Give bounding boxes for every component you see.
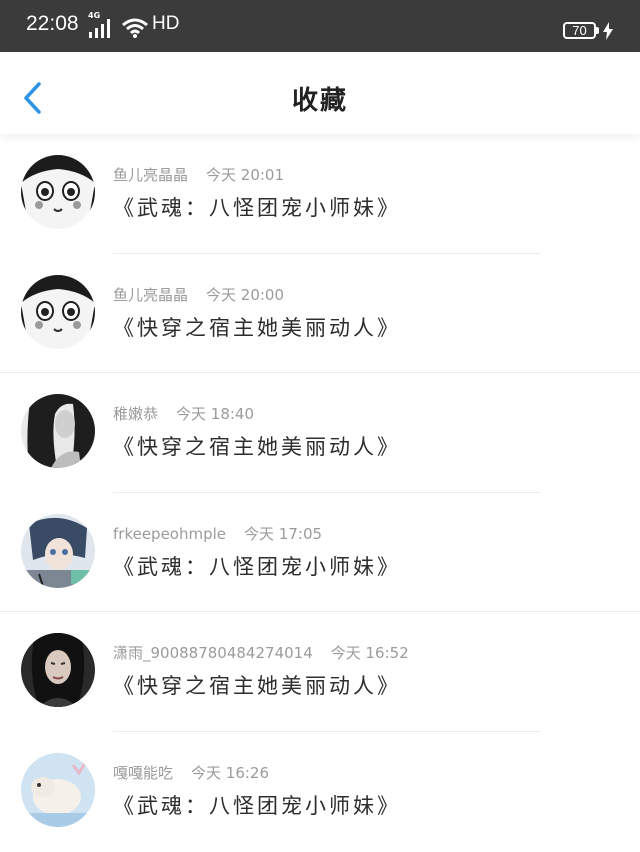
username[interactable]: 嘎嘎能吃 [113, 764, 173, 782]
item-meta: 潇雨_900887804842740​14 今天 16:52 [113, 642, 409, 663]
avatar[interactable] [21, 274, 95, 349]
avatar[interactable] [21, 633, 95, 708]
list-item[interactable]: 鱼儿亮晶晶 今天 20:01 《武魂：八怪团宠小师妹》 [0, 134, 640, 254]
username[interactable]: frkeepeohmple [113, 525, 226, 543]
book-title[interactable]: 《武魂：八怪团宠小师妹》 [113, 790, 401, 820]
avatar[interactable] [21, 513, 95, 588]
username[interactable]: 潇雨_900887804842740​14 [113, 644, 313, 662]
book-title[interactable]: 《武魂：八怪团宠小师妹》 [113, 551, 401, 581]
list-item[interactable]: 稚嫩恭 今天 18:40 《快穿之宿主她美丽动人》 [0, 373, 640, 493]
favorites-list: 鱼儿亮晶晶 今天 20:01 《武魂：八怪团宠小师妹》 鱼儿亮晶晶 今天 20:00 [0, 134, 640, 852]
item-meta: 嘎嘎能吃 今天 16:26 [113, 762, 269, 783]
header-bar: 收藏 [0, 52, 640, 134]
status-bar: 22:08 4G HD 70 [0, 0, 640, 52]
avatar[interactable] [21, 155, 95, 229]
timestamp: 今天 20:00 [206, 285, 285, 304]
book-title[interactable]: 《快穿之宿主她美丽动人》 [113, 312, 401, 342]
battery-nub [596, 27, 599, 34]
page-title: 收藏 [291, 86, 348, 116]
book-title[interactable]: 《快穿之宿主她美丽动人》 [113, 670, 401, 700]
timestamp: 今天 16:26 [191, 763, 270, 782]
avatar[interactable] [21, 752, 95, 827]
timestamp: 今天 20:01 [206, 166, 285, 184]
item-meta: frkeepeohmple 今天 17:05 [113, 523, 322, 544]
status-time: 22:08 [26, 12, 79, 35]
timestamp: 今天 17:05 [244, 524, 323, 543]
signal-icon [89, 19, 110, 38]
item-meta: 鱼儿亮晶晶 今天 20:00 [113, 284, 284, 305]
avatar[interactable] [21, 394, 95, 469]
list-item[interactable]: frkeepeohmple 今天 17:05 《武魂：八怪团宠小师妹》 [0, 493, 640, 613]
item-meta: 鱼儿亮晶晶 今天 20:01 [113, 164, 284, 185]
wifi-icon [122, 18, 148, 38]
username[interactable]: 鱼儿亮晶晶 [113, 286, 188, 304]
charging-icon [603, 22, 613, 40]
timestamp: 今天 18:40 [176, 405, 255, 424]
book-title[interactable]: 《武魂：八怪团宠小师妹》 [113, 192, 401, 222]
username[interactable]: 鱼儿亮晶晶 [113, 166, 188, 184]
list-item[interactable]: 嘎嘎能吃 今天 16:26 《武魂：八怪团宠小师妹》 [0, 732, 640, 852]
list-item[interactable]: 鱼儿亮晶晶 今天 20:00 《快穿之宿主她美丽动人》 [0, 254, 640, 374]
battery-icon: 70 [563, 22, 596, 39]
hd-indicator: HD [152, 13, 180, 34]
item-meta: 稚嫩恭 今天 18:40 [113, 403, 254, 424]
book-title[interactable]: 《快穿之宿主她美丽动人》 [113, 431, 401, 461]
username[interactable]: 稚嫩恭 [113, 405, 158, 423]
timestamp: 今天 16:52 [330, 644, 409, 663]
list-item[interactable]: 潇雨_900887804842740​14 今天 16:52 《快穿之宿主她美丽动… [0, 612, 640, 732]
